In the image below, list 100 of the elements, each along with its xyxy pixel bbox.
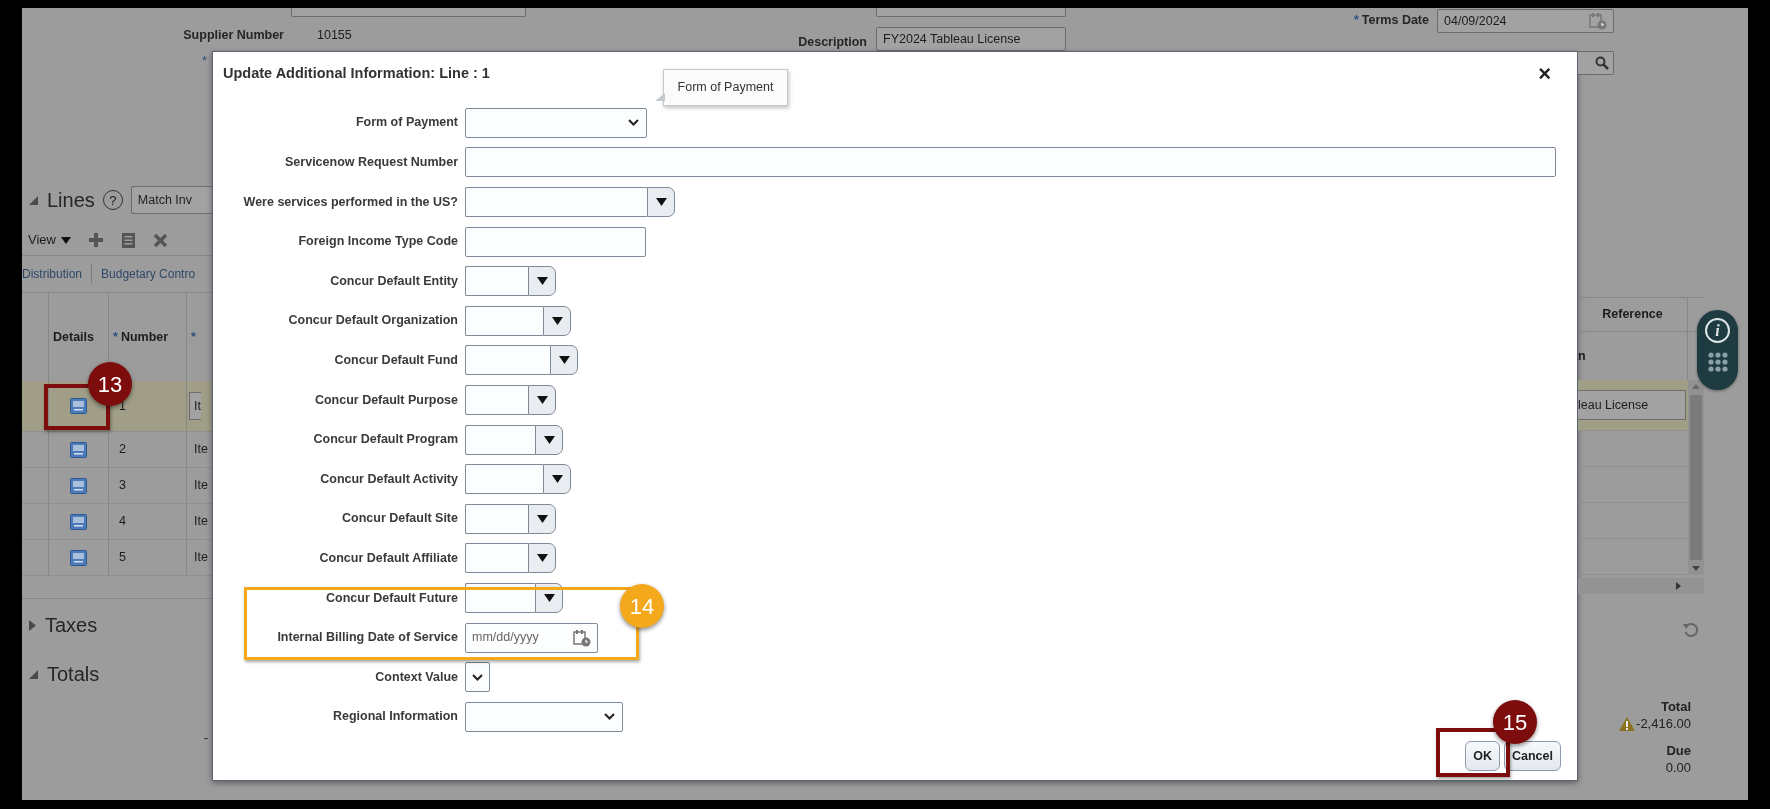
field-label: Servicenow Request Number [284,154,458,171]
field-label: Concur Default Future [325,589,458,607]
date-field[interactable]: 04/09/2024 [1437,9,1614,33]
details-icon[interactable] [70,513,87,530]
details-icon[interactable] [70,477,87,494]
dropdown-button[interactable] [535,424,563,455]
field-label: Concur Default Organization [287,312,458,330]
dialog-button[interactable]: OK [1465,741,1500,771]
total-label: Total [1659,698,1691,715]
input-field[interactable] [465,582,535,613]
dialog-button[interactable]: Cancel [1504,741,1561,771]
input-field[interactable] [465,464,543,495]
dropdown-field[interactable] [465,107,647,138]
dropdown-button[interactable] [543,305,571,336]
table-cell-text: Ite [193,513,208,531]
table-row[interactable]: 3 Ite [22,468,212,504]
scrollbar[interactable] [1688,380,1704,575]
collapse-icon[interactable] [28,668,39,680]
dropdown-button[interactable] [535,582,563,613]
input-field[interactable] [465,187,647,217]
field-label: Internal Billing Date of Service [276,629,458,647]
caret-icon [551,316,563,325]
input-field[interactable] [465,266,528,297]
scroll-right-icon[interactable] [1674,581,1682,591]
table-row[interactable]: 2 Ite [22,432,212,468]
search-field[interactable] [1578,51,1614,75]
scrollbar[interactable] [1578,578,1704,594]
calendar-icon[interactable] [1589,12,1607,30]
date-field[interactable]: mm/dd/yyyy [465,622,598,653]
info-button[interactable]: i [1705,318,1730,343]
field-label: Context Value [374,668,458,686]
search-icon[interactable] [1595,56,1609,70]
dropdown-button[interactable] [543,464,571,495]
field-label: Concur Default Fund [333,352,458,369]
grid-icon[interactable] [1706,351,1729,373]
dropdown-button[interactable] [550,345,578,376]
details-icon[interactable] [70,441,87,458]
table-row[interactable]: 5 Ite [22,540,212,576]
dropdown-field[interactable] [465,701,623,732]
column-header: n [1578,347,1586,365]
table-row[interactable]: 4 Ite [22,504,212,540]
input-field[interactable] [465,226,646,257]
total-label: Due [1665,742,1691,759]
input-field[interactable] [465,147,1556,178]
field-label: Concur Default Purpose [313,391,458,409]
collapse-icon[interactable] [28,618,37,632]
view-menu[interactable]: View [28,230,56,250]
details-icon[interactable] [70,549,87,566]
input-field[interactable]: mm/dd/yyyy [472,628,564,647]
table-cell-text: Ite [193,441,208,459]
field-label: Concur Default Entity [329,272,458,290]
tab-link[interactable]: Budgetary Contro [101,265,196,283]
table-row[interactable]: leau License [1578,380,1688,431]
input-field[interactable] [465,503,528,534]
details-icon[interactable] [70,398,87,414]
caret-icon[interactable] [60,236,71,244]
collapse-icon[interactable] [28,194,39,206]
input-field[interactable]: It [189,392,201,420]
plus-icon[interactable] [87,232,104,248]
input-field[interactable] [291,8,526,17]
dropdown-button[interactable] [528,543,556,574]
input-field[interactable] [465,305,543,336]
refresh-icon[interactable] [1682,621,1700,639]
delete-icon[interactable] [152,232,168,248]
input-field[interactable] [465,345,550,376]
total-value: -2,416.00 [1636,715,1691,732]
dropdown-button[interactable] [528,266,556,297]
match-button[interactable]: Match Inv [130,186,212,214]
calendar-icon[interactable] [573,628,591,647]
field-label: Were services performed in the US? [242,193,458,211]
chevron-icon [472,673,483,681]
input-field[interactable] [465,384,528,415]
input-field[interactable]: leau License [1578,390,1686,420]
field-label: * Terms Date [1352,12,1429,29]
input-field[interactable] [465,543,528,574]
caret-icon [536,554,548,563]
dropdown-button[interactable] [647,187,675,217]
dropdown-button[interactable] [528,503,556,534]
input-field[interactable] [876,8,1066,17]
required-mark: * [201,52,207,70]
close-button[interactable]: × [1536,63,1553,85]
column-header: * [190,328,197,346]
dropdown-field[interactable] [465,662,490,693]
tooltip-pointer [655,93,665,101]
table-cell-text: Ite [193,549,208,567]
document-icon[interactable] [120,231,136,249]
caret-icon [536,395,548,404]
section-title: Lines [47,190,95,210]
input-field[interactable]: FY2024 Tableau License [876,27,1066,51]
dropdown-button[interactable] [528,384,556,415]
input-field[interactable] [465,424,535,455]
field-label: Concur Default Program [312,431,458,449]
tab-link[interactable]: Distribution [22,265,83,283]
caret-icon [551,475,563,484]
caret-icon [543,435,555,444]
field-label: Concur Default Affiliate [318,549,458,567]
caret-icon [655,198,667,206]
field-label: Description [797,34,867,51]
total-value: 0.00 [1664,759,1691,776]
total-value: - [203,729,208,747]
